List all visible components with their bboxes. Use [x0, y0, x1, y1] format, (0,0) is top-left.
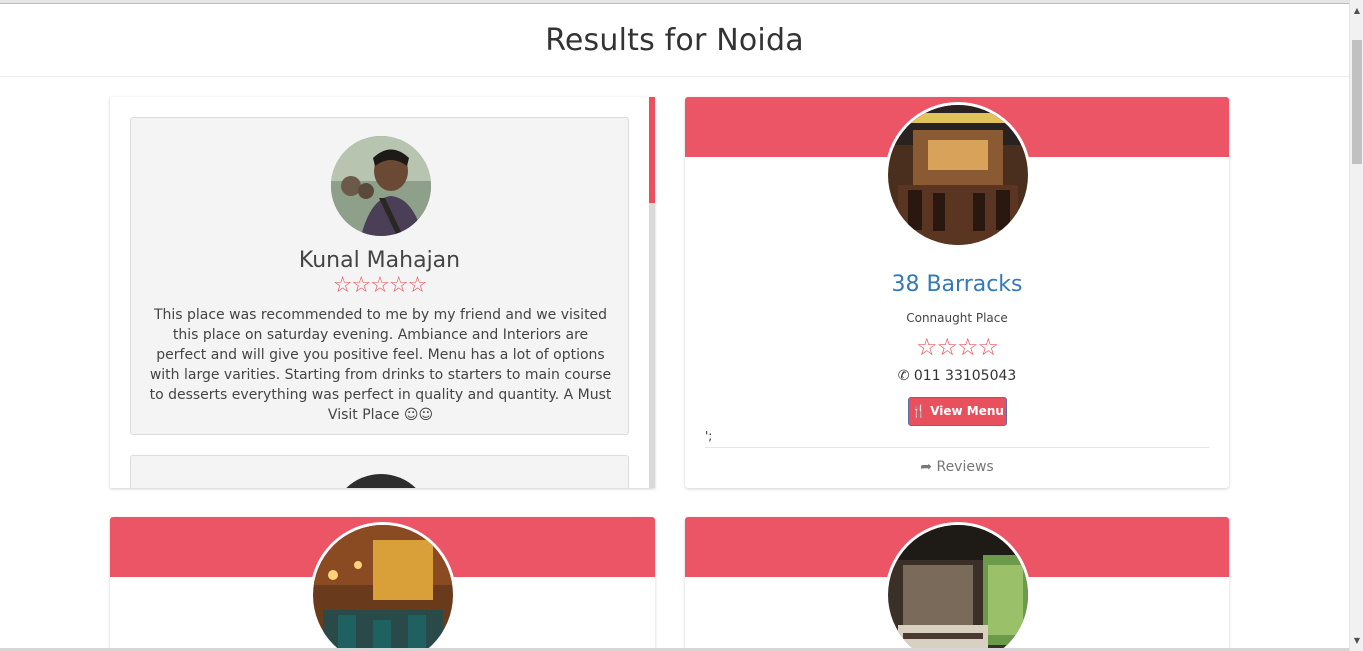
- share-icon: ➦: [920, 459, 933, 475]
- review-card: [130, 455, 629, 488]
- card-divider: [705, 447, 1209, 448]
- restaurant-card: [110, 517, 655, 651]
- reviews-link[interactable]: ➦ Reviews: [685, 459, 1229, 475]
- scroll-down-icon[interactable]: ▼: [1350, 632, 1363, 649]
- reviewer-name: Kunal Mahajan: [298, 248, 461, 273]
- reviewer-avatar: [331, 136, 431, 236]
- reviewer-avatar: [331, 474, 431, 488]
- page-header: Results for Noida: [0, 4, 1349, 77]
- view-menu-label: View Menu: [930, 404, 1004, 418]
- phone-number: 011 33105043: [913, 368, 1017, 384]
- view-menu-button[interactable]: 🍴 View Menu: [908, 397, 1007, 426]
- page-title: Results for Noida: [545, 23, 804, 58]
- scroll-up-icon[interactable]: ▲: [1350, 2, 1363, 19]
- restaurant-card: 38 Barracks Connaught Place ☆☆☆☆ ✆ 011 3…: [685, 97, 1229, 488]
- review-panel[interactable]: Kunal Mahajan ☆☆☆☆☆ This place was recom…: [110, 97, 655, 488]
- review-scrollbar[interactable]: [649, 97, 655, 488]
- page-scrollbar[interactable]: ▲ ▼: [1349, 0, 1363, 651]
- review-card: Kunal Mahajan ☆☆☆☆☆ This place was recom…: [130, 117, 629, 435]
- review-rating-stars: ☆☆☆☆☆: [332, 273, 428, 298]
- restaurant-phone: ✆ 011 33105043: [685, 368, 1229, 384]
- review-scrollbar-thumb[interactable]: [649, 97, 655, 203]
- restaurant-card: [685, 517, 1229, 651]
- phone-icon: ✆: [897, 368, 910, 384]
- restaurant-name[interactable]: 38 Barracks: [685, 272, 1229, 297]
- restaurant-photo: [885, 102, 1031, 248]
- reviews-label: Reviews: [936, 459, 994, 475]
- page-scrollbar-thumb[interactable]: [1352, 40, 1362, 164]
- restaurant-location: Connaught Place: [906, 311, 1008, 325]
- review-text: This place was recommended to me by my f…: [149, 307, 612, 423]
- stray-text: ';: [705, 429, 713, 443]
- restaurant-rating-stars: ☆☆☆☆: [915, 333, 999, 361]
- cutlery-icon: 🍴: [911, 404, 926, 418]
